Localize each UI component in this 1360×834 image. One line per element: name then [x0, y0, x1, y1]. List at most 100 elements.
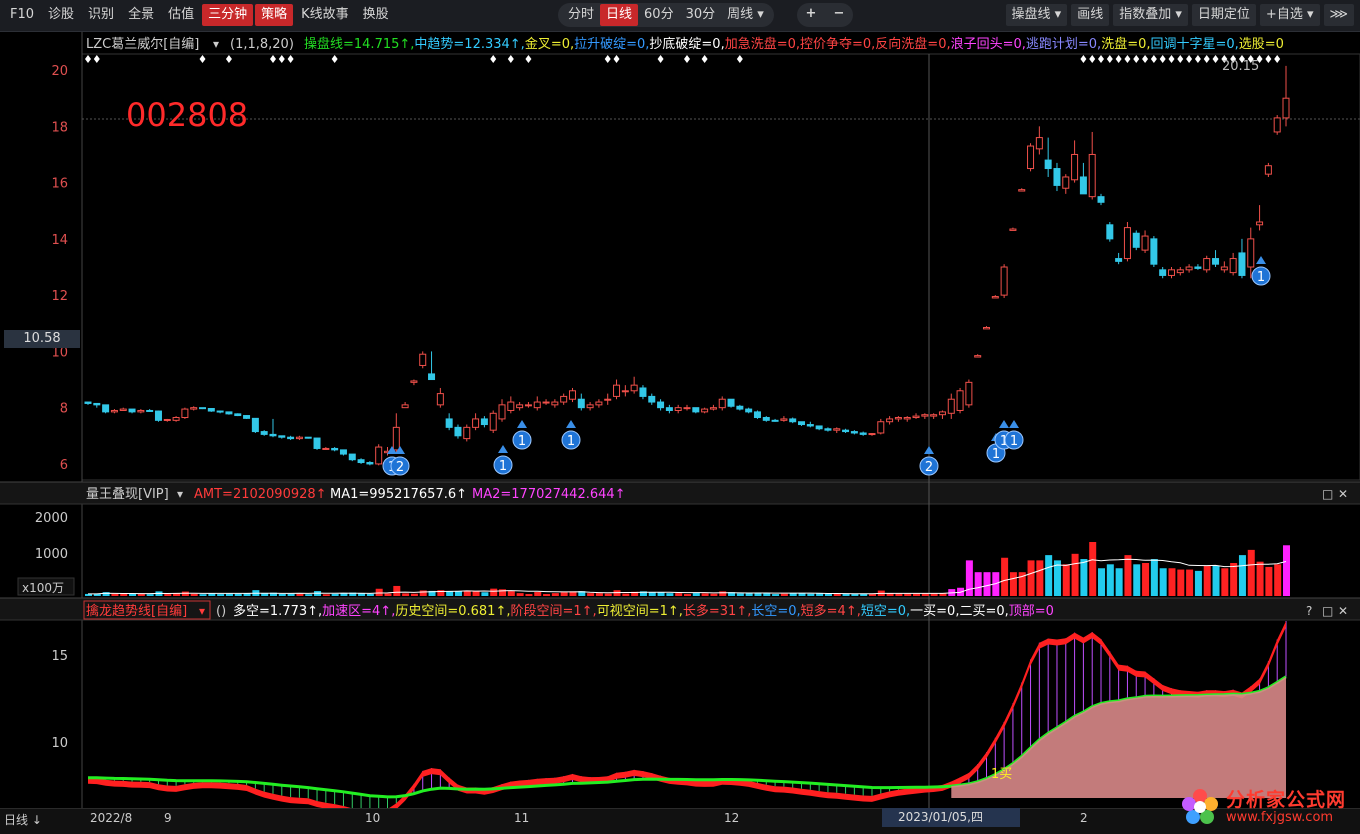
signal-diamond — [604, 55, 611, 63]
kline-story-button[interactable]: K线故事 — [295, 4, 355, 26]
toolbar: F10 诊股 识别 全景 估值 三分钟 策略 K线故事 换股 分时 日线 60分… — [0, 0, 1360, 32]
close-icon[interactable]: ✕ — [1338, 487, 1348, 501]
maximize-icon[interactable]: □ — [1322, 604, 1333, 618]
candle-body — [207, 408, 215, 412]
overview-button[interactable]: 全景 — [122, 4, 160, 26]
volume-bar — [534, 592, 542, 596]
watchlist-dropdown[interactable]: +自选 ▾ — [1259, 4, 1320, 26]
volume-bar — [745, 593, 753, 596]
signal-number: 1 — [1257, 270, 1265, 285]
candle-body — [410, 380, 418, 383]
valuation-button[interactable]: 估值 — [162, 4, 200, 26]
trend-indicator-params: () — [216, 604, 226, 619]
close-icon[interactable]: ✕ — [1338, 604, 1348, 618]
volume-bar — [146, 594, 154, 596]
candle-body — [269, 433, 277, 437]
candle-body — [1141, 235, 1149, 251]
chevron-down-icon: ▾ — [1175, 7, 1182, 22]
volume-bar — [217, 594, 225, 596]
period-30min[interactable]: 30分 — [680, 4, 722, 26]
volume-bar — [410, 593, 418, 596]
candle-body — [454, 426, 462, 437]
volume-bar — [1062, 564, 1070, 596]
period-daily[interactable]: 日线 — [600, 4, 639, 26]
three-minute-button[interactable]: 三分钟 — [202, 4, 254, 26]
candle-body — [1097, 196, 1105, 203]
indicator-value: 浪子回头=0, — [951, 37, 1026, 52]
dropdown-arrow-icon[interactable]: ▾ — [213, 37, 219, 51]
candle-body — [1159, 269, 1167, 276]
candle-body — [639, 387, 647, 397]
signal-arrow — [924, 446, 934, 454]
maximize-icon[interactable]: □ — [1322, 487, 1333, 501]
period-weekly[interactable]: 周线 ▾ — [721, 4, 770, 26]
volume-bar — [454, 591, 462, 596]
candle-body — [216, 410, 224, 413]
indicator-value: 金叉=0, — [525, 36, 574, 52]
switch-stock-button[interactable]: 换股 — [357, 4, 395, 26]
collapse-icon[interactable]: ⋙ — [1323, 4, 1354, 26]
index-overlay-dropdown[interactable]: 指数叠加 ▾ — [1113, 4, 1188, 26]
indicator-value: 反向洗盘=0, — [875, 36, 950, 52]
x-label: 9 — [164, 811, 172, 825]
draw-line-button[interactable]: 画线 — [1071, 4, 1110, 26]
candle-body — [146, 409, 154, 412]
period-status-label: 日线 — [4, 813, 29, 827]
candle-body — [1256, 221, 1264, 226]
signal-diamond — [1274, 55, 1281, 63]
control-line-dropdown[interactable]: 操盘线 ▾ — [1005, 4, 1068, 26]
f10-button[interactable]: F10 — [4, 4, 40, 26]
diagnose-button[interactable]: 诊股 — [42, 4, 80, 26]
dropdown-arrow-icon[interactable]: ▾ — [199, 604, 205, 618]
zoom-in-button[interactable]: + — [797, 3, 825, 25]
indicator-value: 回调十字星=0, — [1150, 37, 1238, 52]
signal-diamond — [1203, 55, 1210, 63]
trend-indicator-title[interactable]: 擒龙趋势线[自编] — [86, 603, 187, 619]
volume-indicator-title[interactable]: 量王叠现[VIP] — [86, 487, 169, 502]
volume-bar — [807, 593, 815, 596]
x-label: 12 — [724, 811, 740, 825]
signal-diamond — [613, 55, 620, 63]
indicator-value: 加速区=4↑, — [322, 604, 395, 619]
candle-body — [1264, 165, 1272, 175]
zoom-out-button[interactable]: − — [825, 3, 853, 25]
signal-diamond — [1194, 55, 1201, 63]
chevron-down-icon: ▾ — [757, 7, 764, 22]
volume-bar — [763, 593, 771, 596]
volume-bar — [375, 588, 383, 596]
zoom-controls: + − — [797, 3, 853, 27]
candle-body — [1044, 159, 1052, 170]
period-status[interactable]: 日线 ↓ — [4, 811, 42, 828]
candle-body — [1000, 266, 1008, 296]
candle-body — [322, 447, 330, 450]
candle-body — [595, 401, 603, 406]
volume-bar — [622, 593, 630, 596]
candle-body — [102, 404, 110, 413]
volume-bar — [472, 591, 480, 596]
strategy-button[interactable]: 策略 — [255, 4, 294, 26]
period-60min[interactable]: 60分 — [638, 4, 680, 26]
signal-diamond — [1089, 55, 1096, 63]
volume-bar — [1115, 568, 1123, 596]
watchlist-label: +自选 — [1265, 7, 1303, 22]
volume-bar — [1203, 565, 1211, 596]
indicator-value: 长多=31↑, — [683, 603, 751, 619]
candle-body — [154, 410, 162, 421]
signal-diamond — [1106, 55, 1113, 63]
volume-bar — [1230, 563, 1238, 596]
candle-body — [824, 428, 832, 431]
signal-diamond — [1142, 55, 1149, 63]
candle-body — [1238, 252, 1246, 276]
chart-canvas[interactable]: LZC葛兰威尔[自编] ▾ (1,1,8,20) 操盘线=14.715↑,中趋势… — [0, 32, 1360, 812]
identify-button[interactable]: 识别 — [82, 4, 120, 26]
period-intraday[interactable]: 分时 — [562, 4, 600, 26]
dropdown-arrow-icon[interactable]: ▾ — [177, 487, 183, 501]
candle-body — [199, 407, 207, 410]
indicator-value: 拉升破绽=0, — [574, 37, 649, 52]
crosshair-date-label: 2023/01/05,四 — [882, 808, 1020, 827]
candle-body — [357, 459, 365, 464]
main-indicator-title[interactable]: LZC葛兰威尔[自编] — [86, 37, 199, 52]
date-locate-button[interactable]: 日期定位 — [1191, 4, 1256, 26]
signal-diamond — [490, 55, 497, 63]
help-icon[interactable]: ? — [1306, 604, 1312, 618]
